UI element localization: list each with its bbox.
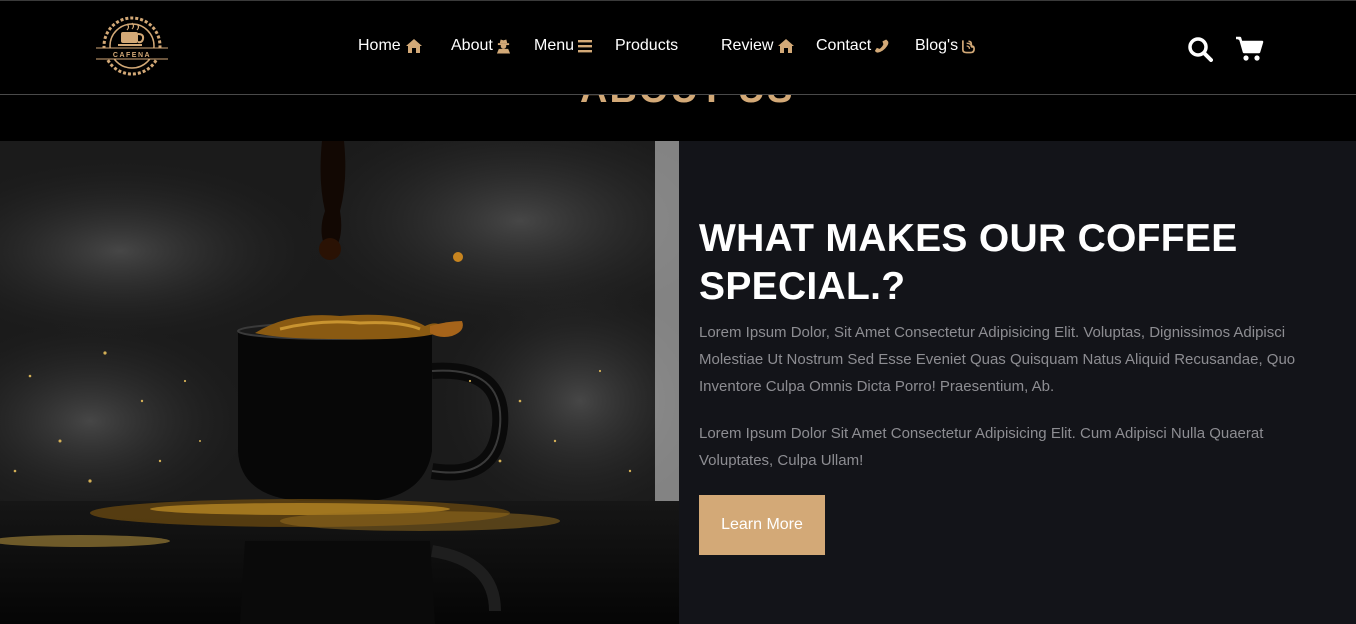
nav-products-label: Products — [615, 37, 679, 54]
nav-contact-label: Contact — [816, 37, 872, 54]
nav-products[interactable]: Products — [615, 37, 678, 55]
nav-about-label: About — [451, 37, 493, 54]
nav-blogs-label: Blog's — [915, 37, 959, 54]
svg-text:CAFENA: CAFENA — [113, 52, 151, 59]
about-heading: WHAT MAKES OUR COFFEE SPECIAL.? — [699, 217, 1238, 308]
cafena-logo[interactable]: CAFENA — [94, 15, 170, 77]
nav-home[interactable]: Home — [358, 37, 424, 55]
learn-more-button[interactable]: Learn More — [699, 495, 825, 555]
section-title: ABOUT US — [580, 95, 794, 112]
coffee-cup-photo — [0, 141, 679, 624]
about-content-panel: WHAT MAKES OUR COFFEE SPECIAL.? Lorem Ip… — [679, 141, 1356, 624]
nav-review[interactable]: Review — [721, 37, 796, 55]
nav-about[interactable]: About — [451, 37, 511, 55]
nav-contact[interactable]: Contact — [816, 37, 889, 55]
about-paragraph-1: Lorem Ipsum Dolor, Sit Amet Consectetur … — [699, 324, 1296, 395]
shopping-cart-icon[interactable] — [1235, 36, 1264, 62]
blogger-icon — [962, 40, 976, 54]
nav-menu-label: Menu — [534, 37, 575, 54]
nav-menu[interactable]: Menu — [534, 37, 593, 55]
user-secret-icon — [496, 39, 510, 54]
nav-review-label: Review — [721, 37, 774, 54]
phone-icon — [875, 39, 889, 53]
home-icon — [405, 39, 422, 53]
coffee-photo-illustration — [0, 141, 679, 624]
about-paragraph-2: Lorem Ipsum Dolor Sit Amet Consectetur A… — [699, 425, 1264, 469]
home-icon — [778, 39, 795, 53]
nav-home-label: Home — [358, 37, 401, 54]
about-section-title-strip: ABOUT US — [0, 95, 1356, 141]
nav-blogs[interactable]: Blog's — [915, 37, 976, 55]
search-icon[interactable] — [1187, 36, 1213, 62]
bars-icon — [578, 40, 593, 53]
site-header: CAFENA Home About Menu Products Review C… — [0, 0, 1356, 95]
